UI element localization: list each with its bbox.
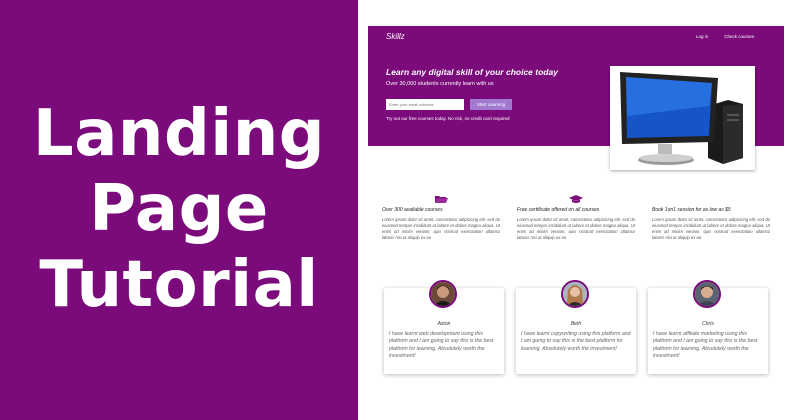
person-avatar-icon [563,282,587,306]
hero-subheadline: Over 30,000 students currently learn wit… [386,81,494,87]
testimonial-quote: I have learnt affiliate marketing using … [653,331,758,359]
testimonial-quote: I have learnt copywriting using this pla… [521,331,631,352]
folder-open-icon [435,196,448,203]
desktop-computer-illustration [620,72,743,165]
landing-page-preview: Skillz Log in Check courses Learn any di… [368,26,784,420]
avatar [561,280,589,308]
hero-headline: Learn any digital skill of your choice t… [386,67,558,77]
thumbnail-title-panel: Landing Page Tutorial [0,0,358,420]
feature-certificate: Free certificate offered on all courses … [517,194,635,241]
testimonial-card: Chris I have learnt affiliate marketing … [648,280,768,374]
avatar [429,280,457,308]
nav-check-courses-link[interactable]: Check courses [724,34,754,39]
feature-text: Lorem ipsum dolor sit amet, consectetur … [652,217,770,241]
testimonial-card: Beth I have learnt copywriting using thi… [516,280,636,374]
hero-section: Skillz Log in Check courses Learn any di… [368,26,784,170]
feature-title: Book 1on1 session for as low as $5 [652,207,731,213]
feature-text: Lorem ipsum dolor sit amet, consectetur … [517,217,635,241]
top-nav: Log in Check courses [696,34,754,39]
nav-login-link[interactable]: Log in [696,34,708,39]
feature-icon-placeholder [704,194,718,204]
avatar [693,280,721,308]
hero-note: Try out our free courses today. No risk,… [386,116,510,121]
testimonial-name: Beth [570,321,582,327]
thumbnail-title-line-1: Landing [32,96,326,171]
feature-text: Lorem ipsum dolor sit amet, consectetur … [382,217,500,241]
brand-logo[interactable]: Skillz [386,32,405,41]
feature-session: Book 1on1 session for as low as $5 Lorem… [652,194,770,241]
graduation-cap-icon [569,195,583,203]
testimonial-quote: I have learnt web development using this… [389,331,494,359]
feature-title: Over 300 available courses [382,207,443,213]
person-avatar-icon [695,282,719,306]
thumbnail-title-line-2: Page [89,172,269,247]
testimonial-name: Aston [437,321,451,327]
person-avatar-icon [431,282,455,306]
feature-title: Free certificate offered on all courses [517,207,600,213]
testimonial-card: Aston I have learnt web development usin… [384,280,504,374]
testimonial-name: Chris [702,321,714,327]
start-learning-button[interactable]: Start Learning [470,99,512,110]
email-input[interactable] [386,99,464,110]
feature-courses: Over 300 available courses Lorem ipsum d… [382,194,500,241]
thumbnail-title-line-3: Tutorial [39,247,319,322]
computer-image [610,66,755,170]
